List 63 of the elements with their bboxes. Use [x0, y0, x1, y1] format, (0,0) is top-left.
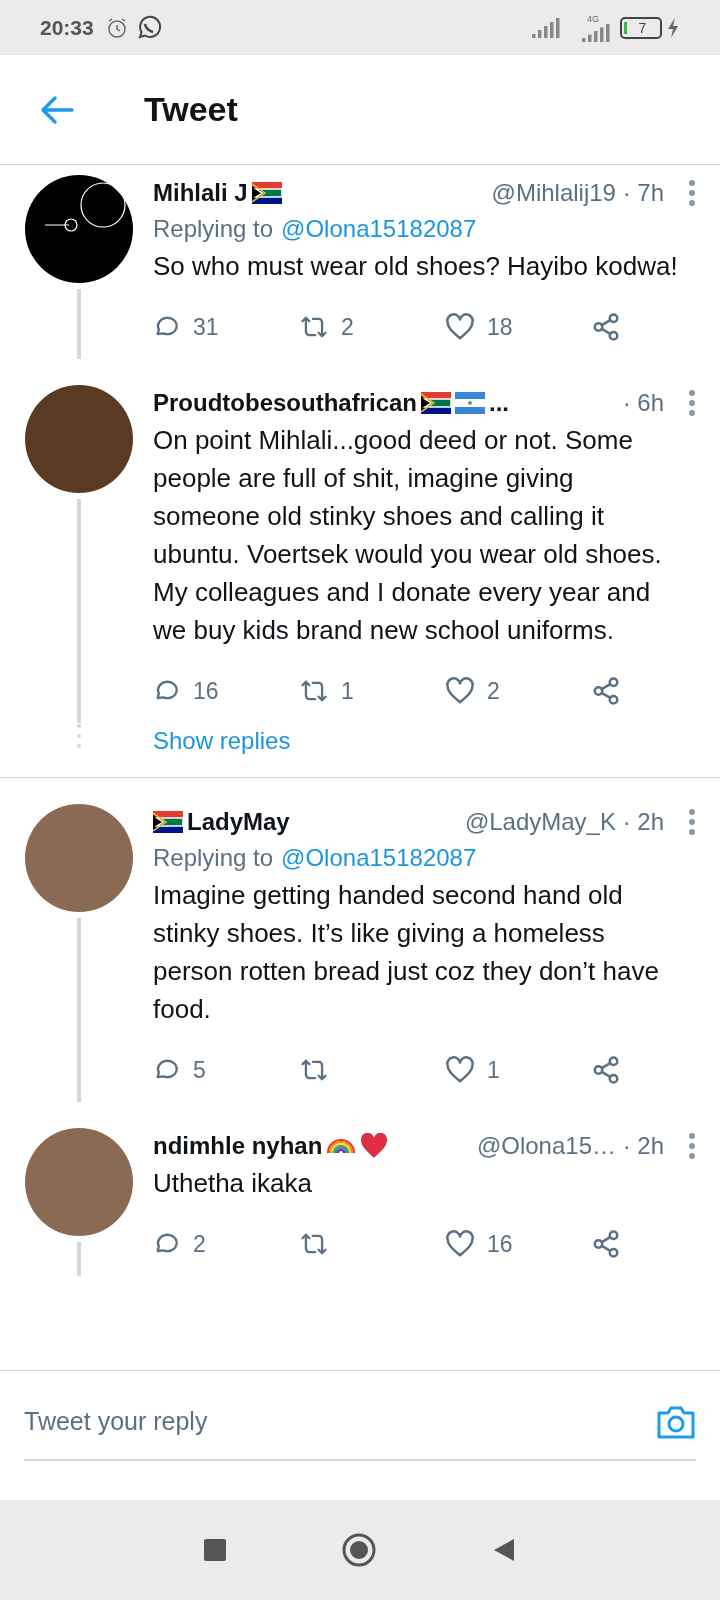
share-icon[interactable] — [591, 1055, 621, 1085]
retweet-icon[interactable] — [299, 1057, 329, 1083]
replying-label: Replying to — [153, 843, 274, 873]
retweet-icon[interactable] — [299, 1231, 329, 1257]
charging-icon — [666, 16, 680, 39]
user-handle: · 6h — [621, 388, 664, 418]
user-handle: @LadyMay_K · 2h — [463, 807, 664, 837]
name-ellipsis: ... — [489, 388, 510, 418]
user-handle: @Olona15… · 2h — [475, 1131, 664, 1161]
reply-count: 5 — [193, 1055, 206, 1085]
share-icon[interactable] — [591, 312, 621, 342]
home-circle-icon[interactable] — [341, 1532, 377, 1568]
back-arrow-icon[interactable] — [40, 94, 74, 125]
mention-link[interactable]: @Olona15182087 — [281, 211, 477, 247]
header-title: Tweet — [144, 89, 238, 130]
show-replies-link[interactable]: Show replies — [153, 723, 291, 759]
reply-count: 16 — [193, 676, 219, 706]
more-icon[interactable] — [688, 389, 696, 417]
retweet-count: 2 — [341, 312, 354, 342]
more-icon[interactable] — [688, 179, 696, 207]
heart-icon — [360, 1133, 389, 1159]
reply-count: 31 — [193, 312, 219, 342]
user-name: Mihlali J — [153, 178, 248, 208]
like-count: 18 — [487, 312, 513, 342]
like-count: 1 — [487, 1055, 500, 1085]
flag-icon — [251, 182, 282, 204]
flag-icon — [153, 811, 183, 833]
more-icon[interactable] — [688, 1132, 696, 1160]
heart-outline-icon[interactable] — [445, 677, 475, 705]
tweet-text: Uthetha ikaka — [153, 1167, 313, 1200]
dots-icon — [77, 723, 81, 749]
user-name: Proudtobesouthafrican — [153, 388, 417, 418]
status-time: 20:33 — [40, 14, 94, 41]
signal-icon — [532, 17, 562, 38]
more-icon[interactable] — [688, 808, 696, 836]
mention-link[interactable]: @Olona15182087 — [281, 840, 477, 876]
heart-outline-icon[interactable] — [445, 313, 475, 341]
share-icon[interactable] — [591, 676, 621, 706]
flag-icon — [455, 392, 485, 414]
retweet-icon[interactable] — [299, 678, 329, 704]
user-name: LadyMay — [187, 807, 290, 837]
user-handle: @Mihlalij19 · 7h — [490, 178, 664, 208]
reply-count: 2 — [193, 1229, 206, 1259]
heart-outline-icon[interactable] — [445, 1230, 475, 1258]
rainbow-icon — [326, 1138, 357, 1154]
tweet-text: Imagine getting handed second hand old stinky shoes. It’s like giving a homeless person rotten bread just coz they don’t have food. — [153, 879, 660, 1026]
like-count: 2 — [487, 676, 500, 706]
back-triangle-icon[interactable] — [492, 1537, 516, 1563]
tweet-text: So who must wear old shoes? Hayibo kodwa! — [153, 250, 679, 283]
alarm-icon — [105, 16, 128, 39]
share-icon[interactable] — [591, 1229, 621, 1259]
heart-outline-icon[interactable] — [445, 1056, 475, 1084]
battery-level: 7 — [637, 20, 648, 35]
camera-icon[interactable] — [656, 1404, 696, 1440]
retweet-icon[interactable] — [299, 314, 329, 340]
tweet-text: On point Mihlali...good deed or not. Some people are full of shit, imagine giving someone old stinky shoes and calling it ubuntu. Voertsek would you wear old shoes. My colleagues and I donate every year and we buy kids brand new school uniforms. — [153, 424, 663, 647]
replying-label: Replying to — [153, 214, 274, 244]
flag-icon — [421, 392, 451, 414]
network-label: 4G — [587, 13, 599, 24]
retweet-count: 1 — [341, 676, 354, 706]
reply-input-field[interactable]: Tweet your reply — [24, 1403, 656, 1441]
user-name: ndimhle nyhan — [153, 1131, 323, 1161]
like-count: 16 — [487, 1229, 513, 1259]
